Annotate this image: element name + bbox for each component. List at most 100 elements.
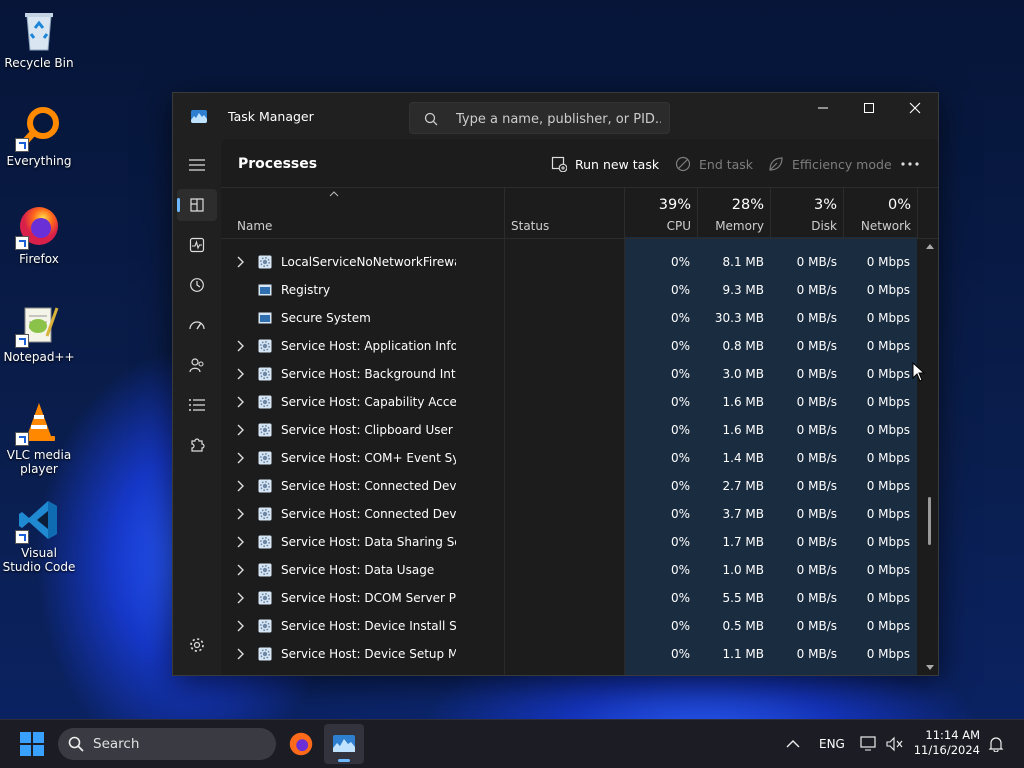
scrollbar-thumb[interactable] [928, 497, 931, 545]
end-task-button[interactable]: End task [675, 150, 753, 178]
expand-chevron-icon[interactable] [236, 648, 244, 660]
taskbar-task-manager-button[interactable] [324, 724, 364, 764]
system-process-icon [258, 284, 272, 296]
table-row[interactable]: Service Host: Data Sharing Ser... 0% 1.7 M… [221, 528, 917, 556]
process-memory: 1.7 MB [722, 535, 764, 549]
nav-performance[interactable] [177, 229, 217, 261]
expand-chevron-icon[interactable] [236, 424, 244, 436]
column-header-network[interactable]: 0% Network [844, 188, 918, 238]
shortcut-arrow-icon [15, 236, 29, 250]
nav-startup-apps[interactable] [177, 309, 217, 341]
process-network: 0 Mbps [866, 367, 910, 381]
column-header-status[interactable]: Status [505, 188, 625, 238]
table-row[interactable]: Service Host: Clipboard User S... 0% 1.6 M… [221, 416, 917, 444]
network-status-button[interactable] [860, 720, 878, 768]
details-list-icon [189, 399, 205, 411]
table-row[interactable]: Service Host: DCOM Server Pr... 0% 5.5 MB 0… [221, 584, 917, 612]
maximize-button[interactable] [846, 93, 892, 123]
service-gear-icon [258, 507, 272, 521]
expand-chevron-icon[interactable] [236, 452, 244, 464]
table-row[interactable]: Service Host: Background Inte... 0% 3.0 MB… [221, 360, 917, 388]
expand-chevron-icon[interactable] [236, 256, 244, 268]
sidebar [173, 139, 221, 675]
scroll-up-arrow-icon[interactable] [925, 243, 935, 250]
processes-icon [190, 198, 204, 212]
nav-users[interactable] [177, 349, 217, 381]
hamburger-menu-button[interactable] [177, 149, 217, 181]
nav-processes[interactable] [177, 189, 217, 221]
show-hidden-icons-button[interactable] [786, 720, 800, 768]
expand-chevron-icon[interactable] [236, 536, 244, 548]
expand-chevron-icon[interactable] [236, 620, 244, 632]
table-row[interactable]: LocalServiceNoNetworkFirewa... 0% 8.1 MB 0 … [221, 248, 917, 276]
table-row[interactable]: Service Host: Device Install Ser... 0% 0.5… [221, 612, 917, 640]
desktop-icon-vscode[interactable]: Visual Studio Code [2, 498, 76, 574]
expand-chevron-icon[interactable] [236, 508, 244, 520]
volume-muted-button[interactable] [886, 720, 904, 768]
column-header-cpu[interactable]: 39% CPU [625, 188, 698, 238]
table-row[interactable]: Service Host: Connected Devi... 0% 2.7 MB 0… [221, 472, 917, 500]
close-button[interactable] [892, 93, 938, 123]
vlc-cone-icon [15, 400, 61, 446]
more-options-button[interactable] [901, 150, 927, 178]
title-bar[interactable]: Task Manager [173, 93, 938, 139]
taskbar-search-box[interactable]: Search [58, 728, 276, 760]
nav-services[interactable] [177, 429, 217, 461]
startup-icon [189, 321, 205, 330]
nav-details[interactable] [177, 389, 217, 421]
column-header-memory[interactable]: 28% Memory [698, 188, 771, 238]
table-row[interactable]: Service Host: Capability Acces... 0% 1.6 M… [221, 388, 917, 416]
process-network: 0 Mbps [866, 339, 910, 353]
column-name-label: Name [237, 219, 273, 233]
desktop-icon-notepadpp[interactable]: Notepad++ [2, 302, 76, 364]
table-row[interactable]: Secure System 0% 30.3 MB 0 MB/s 0 Mbps [221, 304, 917, 332]
table-row[interactable]: Service Host: COM+ Event Sys... 0% 1.4 MB 0… [221, 444, 917, 472]
taskbar-firefox-button[interactable] [288, 731, 314, 761]
service-gear-icon [258, 339, 272, 353]
services-puzzle-icon [191, 438, 205, 452]
desktop-icon-vlc[interactable]: VLC media player [2, 400, 76, 476]
expand-chevron-icon[interactable] [236, 480, 244, 492]
table-row[interactable]: Service Host: Connected Devi... 0% 3.7 MB 0… [221, 500, 917, 528]
process-cpu: 0% [670, 507, 690, 521]
process-disk: 0 MB/s [796, 563, 837, 577]
service-gear-icon [258, 619, 272, 633]
column-header-row: Name Status 39% CPU 28% Memory 3% Disk 0… [221, 187, 938, 239]
minimize-button[interactable] [800, 93, 846, 123]
desktop-icon-firefox[interactable]: Firefox [2, 204, 76, 266]
table-row[interactable]: Service Host: Data Usage 0% 1.0 MB 0 MB/s 0 … [221, 556, 917, 584]
expand-chevron-icon[interactable] [236, 396, 244, 408]
expand-chevron-icon[interactable] [236, 340, 244, 352]
users-icon [189, 358, 204, 373]
column-header-name[interactable]: Name [221, 188, 505, 238]
process-memory: 30.3 MB [714, 311, 764, 325]
run-new-task-button[interactable]: Run new task [551, 150, 659, 178]
service-gear-icon [258, 535, 272, 549]
mouse-cursor-icon [912, 362, 926, 382]
expand-chevron-icon[interactable] [236, 368, 244, 380]
nav-app-history[interactable] [177, 269, 217, 301]
scroll-down-arrow-icon[interactable] [925, 664, 935, 671]
desktop-icon-everything[interactable]: Everything [2, 106, 76, 168]
system-clock[interactable]: 11:14 AM 11/16/2024 [914, 728, 980, 758]
process-name: Service Host: Data Usage [281, 563, 435, 577]
table-row[interactable]: Service Host: Application Infor... 0% 0.8 … [221, 332, 917, 360]
shortcut-arrow-icon [15, 530, 29, 544]
search-box[interactable] [409, 102, 670, 134]
expand-chevron-icon[interactable] [236, 592, 244, 604]
desktop-icon-recycle-bin[interactable]: Recycle Bin [2, 8, 76, 70]
nav-settings[interactable] [177, 629, 217, 661]
search-input[interactable] [454, 108, 663, 130]
vertical-scrollbar[interactable] [922, 237, 938, 675]
efficiency-mode-button[interactable]: Efficiency mode [768, 150, 892, 178]
process-network: 0 Mbps [866, 283, 910, 297]
table-row[interactable]: Registry 0% 9.3 MB 0 MB/s 0 Mbps [221, 276, 917, 304]
column-header-disk[interactable]: 3% Disk [771, 188, 844, 238]
expand-chevron-icon[interactable] [236, 564, 244, 576]
table-row[interactable]: Service Host: Device Setup Ma... 0% 1.1 MB… [221, 640, 917, 668]
language-indicator[interactable]: ENG [819, 720, 845, 768]
start-button[interactable] [20, 732, 44, 760]
desktop-icon-label: Visual Studio Code [2, 546, 76, 574]
notifications-button[interactable] [988, 720, 1004, 768]
process-network: 0 Mbps [866, 311, 910, 325]
